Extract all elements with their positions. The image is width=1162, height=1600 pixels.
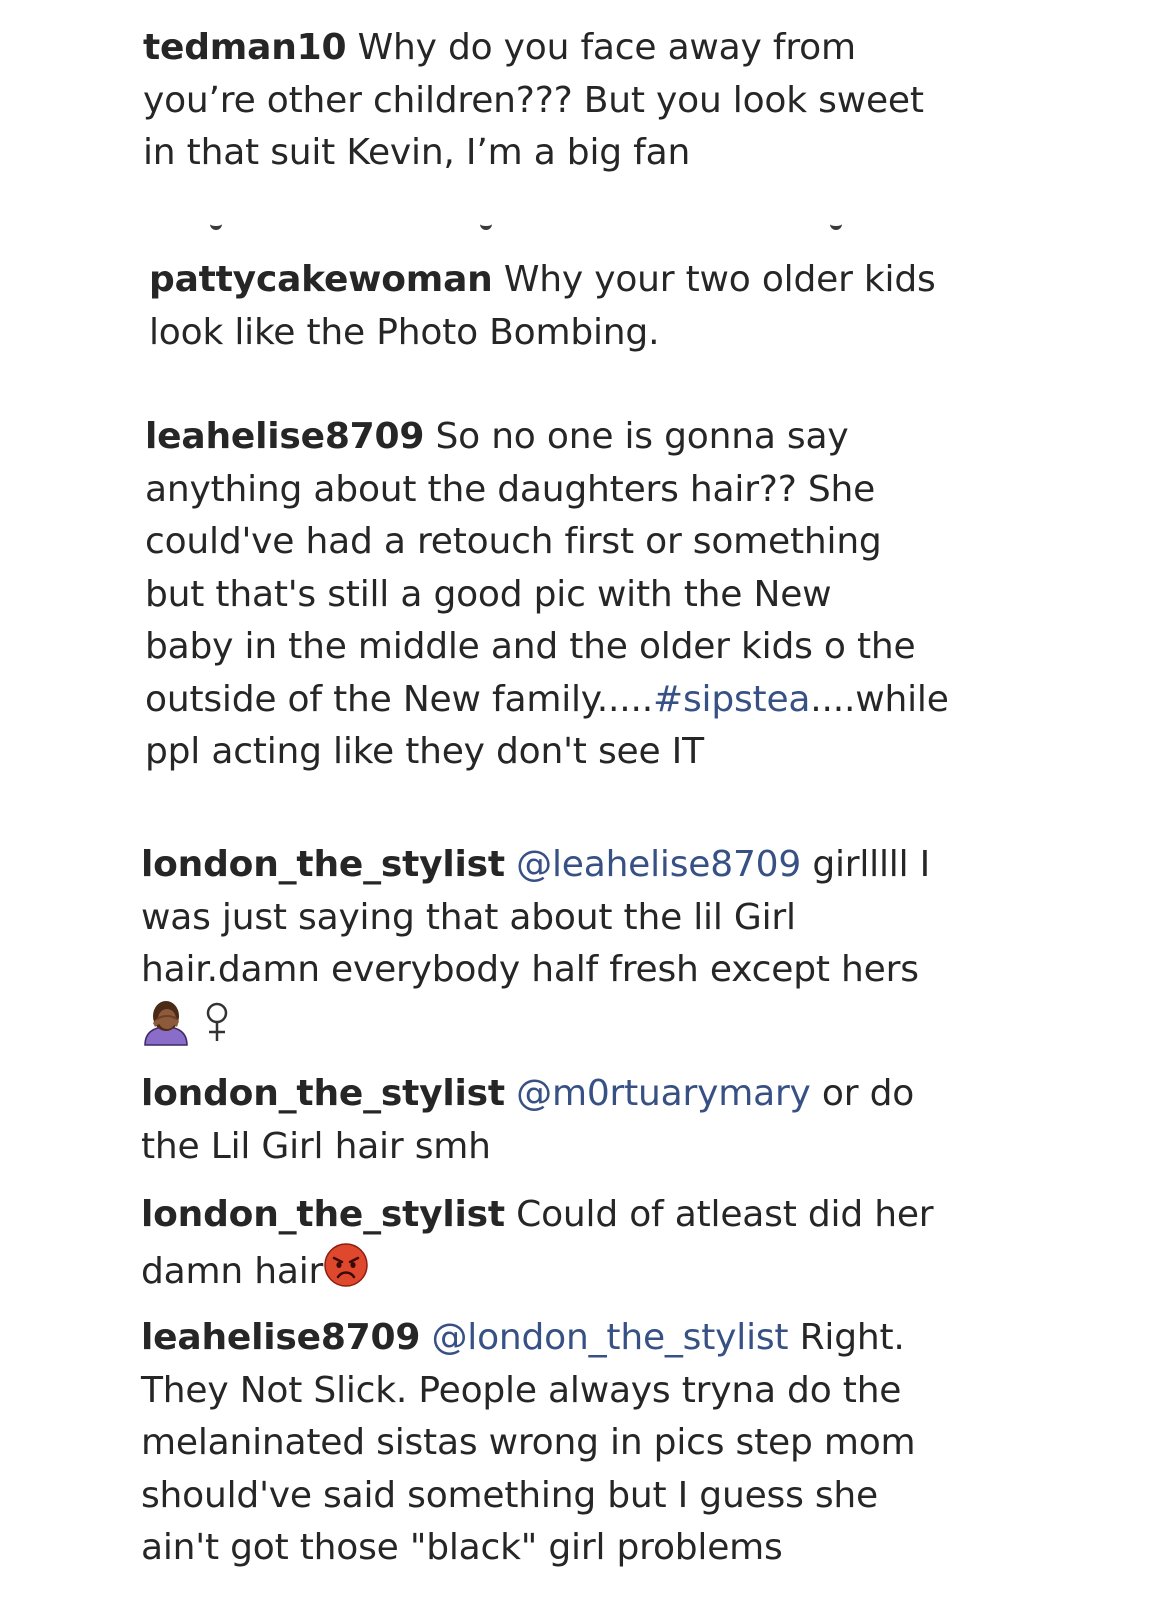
comment: pattycakewoman Why your two older kids l…: [149, 254, 936, 359]
mention-link[interactable]: @london_the_stylist: [431, 1317, 788, 1358]
comment: london_the_stylist @leahelise8709 girlll…: [141, 839, 930, 1062]
hashtag-link[interactable]: #sipstea: [653, 679, 810, 720]
comment-text: in that suit Kevin, I’m a big fan: [143, 132, 691, 173]
comment-username[interactable]: london_the_stylist: [141, 1073, 505, 1114]
mention-link[interactable]: @m0rtuarymary: [516, 1073, 811, 1114]
comment-username[interactable]: pattycakewoman: [149, 259, 493, 300]
comment-text: but that's still a good pic with the New: [145, 573, 832, 615]
comment: london_the_stylist Could of atleast did …: [141, 1189, 934, 1304]
comment-text: or do: [821, 1073, 915, 1114]
comment: leahelise8709 @london_the_stylist Right.…: [141, 1312, 916, 1575]
comment-text: look like the Photo Bombing.: [149, 311, 660, 353]
comment-username[interactable]: london_the_stylist: [141, 1194, 505, 1235]
female-sign-icon: [202, 999, 232, 1061]
comment-text: ain't got those "black" girl problems: [141, 1527, 783, 1568]
comment-text: girlllll I: [812, 844, 931, 885]
cropped-text-fragment: [150, 220, 870, 234]
comment-text: could've had a retouch first or somethin…: [145, 521, 882, 562]
comment-text: should've said something but I guess she: [141, 1474, 878, 1516]
comment-text: damn hair: [141, 1250, 324, 1292]
comment: leahelise8709 So no one is gonna say any…: [145, 411, 949, 779]
comment-text: baby in the middle and the older kids o …: [145, 626, 916, 667]
comment-text: Why your two older kids: [503, 259, 936, 300]
comment-text: melaninated sistas wrong in pics step mo…: [141, 1422, 916, 1463]
comment-text: outside of the New family.....: [145, 678, 653, 720]
comment-text: ....while: [810, 678, 949, 720]
comment-text: you’re other children??? But you look sw…: [143, 79, 924, 121]
comment-username[interactable]: leahelise8709: [145, 416, 424, 457]
comment-text: ppl acting like they don't see IT: [145, 731, 704, 772]
comment-text: So no one is gonna say: [435, 416, 849, 457]
comment-text: Why do you face away from: [357, 27, 856, 68]
comment-text: the Lil Girl hair smh: [141, 1125, 491, 1167]
mention-link[interactable]: @leahelise8709: [516, 844, 801, 885]
pouting-face-emoji: [323, 1242, 369, 1304]
comment-username[interactable]: leahelise8709: [141, 1317, 420, 1358]
comment-text: Right.: [799, 1317, 905, 1358]
comment-username[interactable]: london_the_stylist: [141, 844, 505, 885]
woman-facepalming-emoji: [141, 997, 191, 1063]
comment: tedman10 Why do you face away from you’r…: [143, 22, 924, 180]
comment-text: They Not Slick. People always tryna do t…: [141, 1369, 902, 1411]
comment-text: hair.damn everybody half fresh except he…: [141, 949, 919, 990]
comment-text: Could of atleast did her: [516, 1194, 934, 1235]
comment-username[interactable]: tedman10: [143, 27, 347, 68]
comment-text: was just saying that about the lil Girl: [141, 896, 796, 938]
comment: london_the_stylist @m0rtuarymary or do t…: [141, 1068, 914, 1173]
comment-text: anything about the daughters hair?? She: [145, 468, 876, 510]
